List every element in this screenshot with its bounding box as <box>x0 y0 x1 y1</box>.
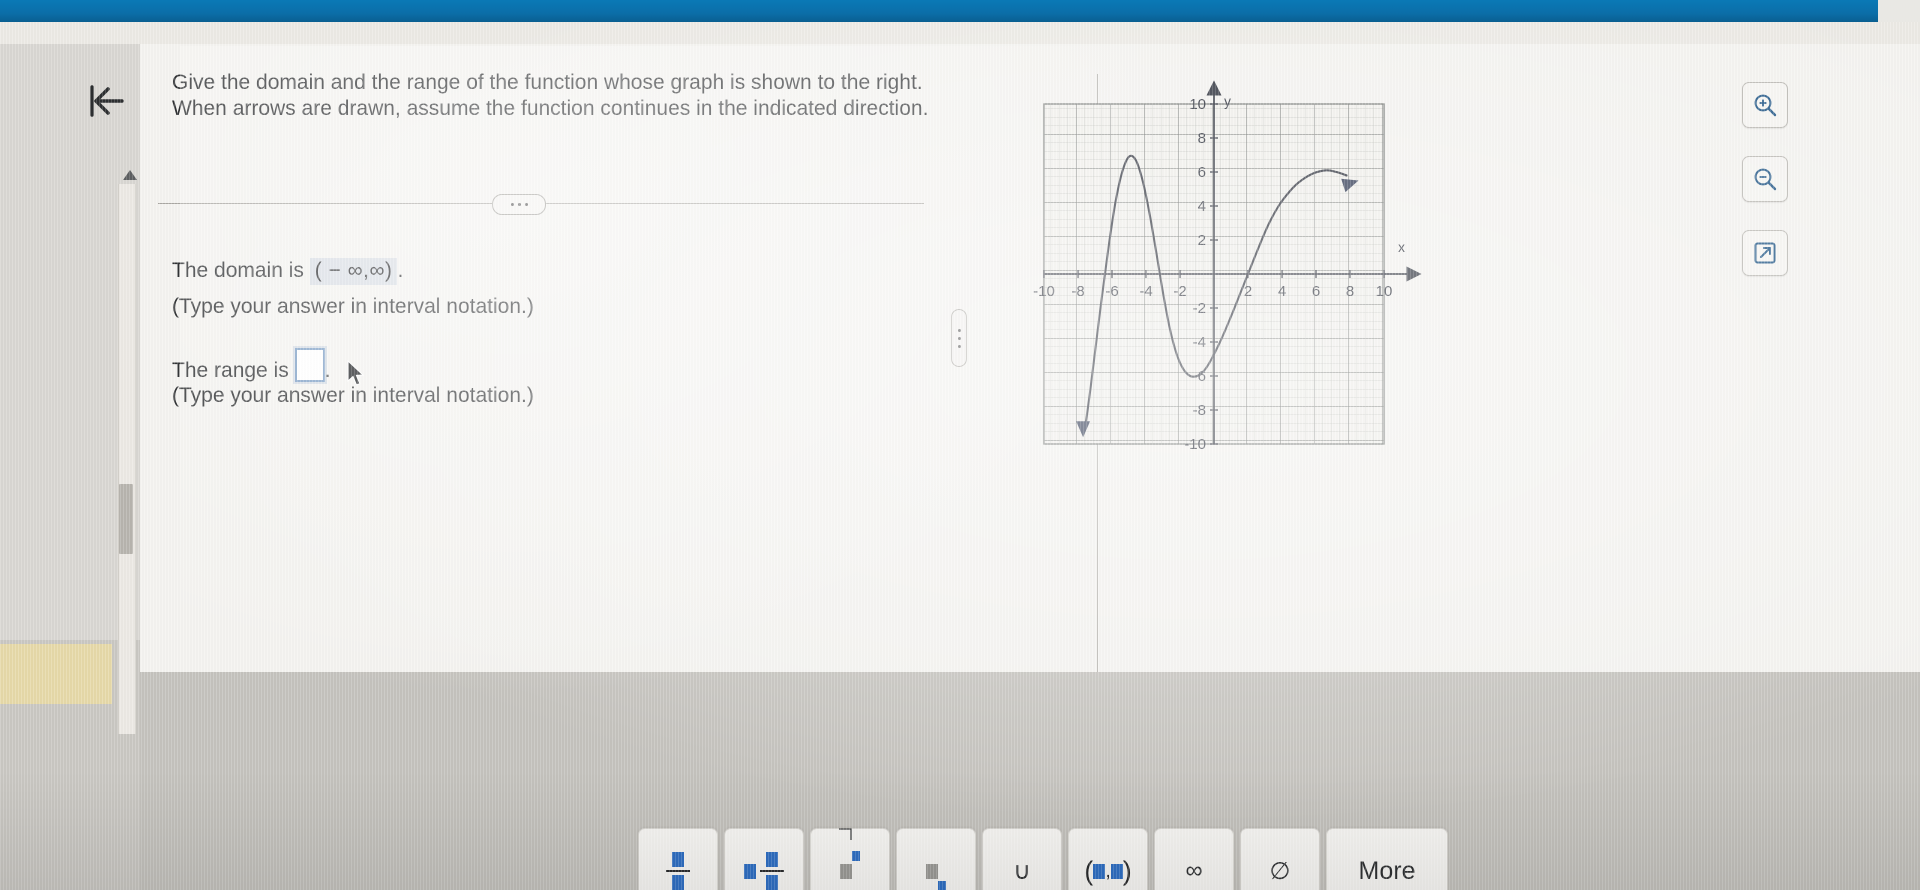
keypad-mixed-number-button[interactable] <box>724 828 804 890</box>
x-tick-label: 4 <box>1278 283 1286 300</box>
ellipsis-dot <box>510 203 514 206</box>
keypad-subscript-button[interactable] <box>896 828 976 890</box>
y-axis-label: y <box>1224 93 1231 109</box>
keypad-interval-button[interactable]: (,) <box>1068 828 1148 890</box>
left-scrollbar-thumb[interactable] <box>119 484 133 554</box>
domain-answer-value[interactable]: ( − ∞,∞) <box>309 258 398 285</box>
x-tick-label: -6 <box>1105 283 1118 300</box>
screen: Give the domain and the range of the fun… <box>0 0 1920 890</box>
range-answer-input[interactable] <box>294 348 325 382</box>
range-period: . <box>324 359 331 382</box>
x-tick-label: 2 <box>1244 283 1252 300</box>
keypad-union-button[interactable]: ∪ <box>982 828 1062 890</box>
x-tick-label: -8 <box>1071 283 1084 300</box>
subscript-box <box>938 881 946 890</box>
domain-answer-row: The domain is ( − ∞,∞). <box>172 258 403 285</box>
range-hint-text: (Type your answer in interval notation.) <box>172 384 534 407</box>
scroll-up-caret-icon[interactable] <box>122 168 138 180</box>
ellipsis-dot <box>517 203 521 206</box>
zoom-out-button[interactable] <box>1742 156 1788 202</box>
x-tick-label: -10 <box>1033 283 1055 300</box>
subscript-icon <box>926 857 946 890</box>
x-tick-label: 8 <box>1346 283 1354 300</box>
math-keypad: ∪ (,) ∞ ∅ More <box>150 828 1910 890</box>
x-tick-label: 10 <box>1376 283 1393 300</box>
placeholder-box <box>672 852 684 867</box>
exponent-icon <box>840 851 860 885</box>
zoom-in-icon <box>1754 94 1777 117</box>
x-axis-label: x <box>1398 239 1405 255</box>
y-tick-label: 2 <box>1198 232 1206 249</box>
base-box <box>926 864 938 880</box>
graph-svg: x y -10 -8 -6 -4 -2 2 4 6 8 10 108642-2-4-6-8-10 <box>1033 80 1422 453</box>
fraction-part-icon <box>760 852 784 890</box>
ellipsis-dot <box>524 203 528 206</box>
placeholder-box <box>766 852 778 867</box>
union-symbol: ∪ <box>1013 857 1031 885</box>
handle-dot <box>957 328 961 332</box>
y-tick-label: 4 <box>1198 198 1206 215</box>
keypad-fraction-button[interactable] <box>638 828 718 890</box>
expand-icon <box>1754 242 1776 264</box>
zoom-in-button[interactable] <box>1742 82 1788 128</box>
placeholder-box <box>672 875 684 890</box>
range-label: The range is <box>172 359 289 382</box>
empty-set-symbol: ∅ <box>1269 857 1291 885</box>
range-answer-row: The range is . <box>172 348 330 383</box>
more-options-button[interactable] <box>492 194 546 215</box>
expand-graph-button[interactable] <box>1742 230 1788 276</box>
infinity-symbol: ∞ <box>1185 857 1203 884</box>
base-box <box>840 864 852 880</box>
placeholder-box <box>1093 863 1106 879</box>
y-tick-label: -8 <box>1193 402 1206 419</box>
y-tick-label: -10 <box>1184 436 1206 453</box>
placeholder-box <box>766 875 778 890</box>
mixed-number-icon <box>744 852 784 890</box>
placeholder-box <box>744 863 756 879</box>
domain-period: . <box>397 259 404 282</box>
keypad-infinity-button[interactable]: ∞ <box>1154 828 1234 890</box>
handle-dot <box>957 344 961 348</box>
fraction-icon <box>666 852 690 890</box>
fraction-bar <box>666 870 690 872</box>
more-label: More <box>1358 856 1416 885</box>
keypad-exponent-button[interactable] <box>810 828 890 890</box>
x-tick-label: -4 <box>1139 283 1152 300</box>
page-body: Give the domain and the range of the fun… <box>0 22 1920 890</box>
placeholder-box <box>1110 863 1123 879</box>
superscript-box <box>852 851 860 861</box>
x-tick-label: 6 <box>1312 283 1320 300</box>
function-graph: x y -10 -8 -6 -4 -2 2 4 6 8 10 10 8 6 4 2 -2 -4 -6 -8 -10 <box>1008 66 1428 466</box>
browser-top-bar <box>0 0 1920 22</box>
y-tick-label: -4 <box>1193 334 1206 351</box>
back-arrow-icon[interactable] <box>82 77 130 125</box>
desk-edge <box>0 644 112 704</box>
y-tick-label: -2 <box>1193 300 1206 317</box>
x-tick-label: -2 <box>1173 283 1186 300</box>
domain-hint-text: (Type your answer in interval notation.) <box>172 295 534 318</box>
keypad-left-spacer <box>150 828 638 829</box>
y-tick-label: 6 <box>1198 164 1206 181</box>
pane-resize-handle[interactable] <box>951 309 967 367</box>
y-tick-label: 10 <box>1189 96 1206 113</box>
keypad-empty-set-button[interactable]: ∅ <box>1240 828 1320 890</box>
handle-dot <box>957 336 961 340</box>
y-tick-label: 8 <box>1198 130 1206 147</box>
domain-label: The domain is <box>172 259 304 282</box>
zoom-out-icon <box>1754 168 1777 191</box>
keypad-more-button[interactable]: More <box>1326 828 1448 890</box>
fraction-bar <box>760 870 784 872</box>
left-scrollbar-track[interactable] <box>118 184 136 734</box>
interval-icon: (,) <box>1084 855 1132 886</box>
question-text: Give the domain and the range of the fun… <box>172 71 929 120</box>
top-bar-right-cap <box>1878 0 1920 22</box>
